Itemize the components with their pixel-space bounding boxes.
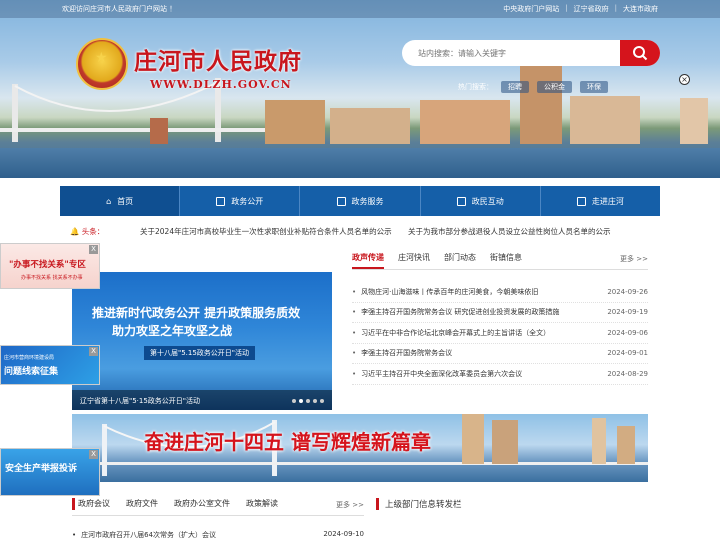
tab-dept[interactable]: 部门动态 [444, 252, 476, 269]
news-date: 2024-09-19 [607, 308, 648, 317]
slide-subtitle: 第十八届"5.15政务公开日"活动 [144, 346, 256, 360]
upper-dept-title: 上级部门信息转发栏 [376, 498, 462, 510]
section-marker [72, 498, 75, 510]
tab-office-docs[interactable]: 政府办公室文件 [168, 498, 230, 515]
link-central-gov[interactable]: 中央政府门户网站 [503, 4, 559, 14]
float-ad-no-connections[interactable]: X "办事不找关系"专区 办事不找关系 找关系不办事 [0, 243, 100, 289]
bottom-tabs: 政府会议 政府文件 政府办公室文件 政策解读 更多 >> [72, 498, 364, 516]
list-item[interactable]: 习近平主持召开中央全面深化改革委员会第六次会议 2024-08-29 [352, 364, 648, 385]
search-icon [633, 46, 648, 61]
headline-ticker: 🔔 头条： 关于2024年庄河市高校毕业生一次性求职创业补贴符合条件人员名单的公… [60, 222, 660, 240]
float-ad-title: 安全生产举报投诉 [5, 464, 78, 474]
image-slider[interactable]: 推进新时代政务公开 提升政策服务质效 助力攻坚之年攻坚之战 第十八届"5.15政… [72, 272, 332, 410]
news-date: 2024-09-26 [607, 287, 648, 296]
slider-dot[interactable] [292, 399, 296, 403]
headline-label: 🔔 头条： [70, 226, 105, 236]
link-liaoning-gov[interactable]: 辽宁省政府 [574, 4, 609, 14]
hot-tag-env[interactable]: 环保 [580, 81, 608, 93]
news-more-link[interactable]: 更多 >> [620, 254, 648, 264]
site-title: 庄河市人民政府 [134, 48, 302, 75]
float-ad-clue-collection[interactable]: X 庄河市营商环境建设局 问题线索征集 [0, 345, 100, 385]
float-ad-title: 问题线索征集 [4, 367, 59, 377]
nav-gov-service-label: 政务服务 [351, 196, 384, 206]
people-icon [456, 196, 466, 206]
nav-interaction[interactable]: 政民互动 [421, 186, 541, 216]
search-input[interactable] [402, 40, 620, 66]
nav-gov-affairs[interactable]: 政务公开 [180, 186, 301, 216]
close-icon[interactable]: × [679, 74, 690, 85]
bottom-more-link[interactable]: 更多 >> [336, 500, 364, 510]
document-icon [216, 196, 226, 206]
slider-dots [292, 399, 324, 403]
nav-gov-affairs-label: 政务公开 [231, 196, 264, 206]
slider-dot[interactable] [313, 399, 317, 403]
news-date: 2024-09-01 [607, 349, 648, 358]
hot-tag-recruit[interactable]: 招聘 [501, 81, 529, 93]
news-list: 风物庄河·山海滋味丨传承百年的庄河美食，今朝美味依旧 2024-09-26 李强主… [352, 282, 648, 385]
top-bar: 欢迎访问庄河市人民政府门户网站 ！ 中央政府门户网站 | 辽宁省政府 | 大连市… [0, 0, 720, 18]
home-icon: ⌂ [106, 196, 112, 206]
link-dalian-gov[interactable]: 大连市政府 [623, 4, 658, 14]
search-button[interactable] [620, 40, 660, 66]
float-ad-safety-report[interactable]: X 安全生产举报投诉 [0, 448, 100, 496]
close-icon[interactable]: X [89, 347, 98, 356]
tab-gov-meeting[interactable]: 政府会议 [72, 498, 110, 515]
nav-home[interactable]: ⌂ 首页 [60, 186, 181, 216]
slider-dot[interactable] [306, 399, 310, 403]
slide-headline-1: 推进新时代政务公开 提升政策服务质效 [92, 306, 301, 320]
list-item[interactable]: 风物庄河·山海滋味丨传承百年的庄河美食，今朝美味依旧 2024-09-26 [352, 282, 648, 303]
news-title: 李强主持召开国务院常务会议 研究促进创业投资发展的政策措施 [352, 307, 582, 317]
service-icon [336, 196, 346, 206]
headline-news: 关于2024年庄河市高校毕业生一次性求职创业补贴符合条件人员名单的公示 关于为我… [140, 226, 660, 237]
news-title: 习近平在中非合作论坛北京峰会开幕式上的主旨讲话（全文） [352, 328, 582, 338]
tab-express[interactable]: 庄河快讯 [398, 252, 430, 269]
tab-gov-docs[interactable]: 政府文件 [120, 498, 158, 515]
list-item[interactable]: 习近平在中非合作论坛北京峰会开幕式上的主旨讲话（全文） 2024-09-06 [352, 323, 648, 344]
hot-search-label: 热门搜索： [458, 83, 493, 91]
nav-about[interactable]: 走进庄河 [541, 186, 660, 216]
news-title: 李强主持召开国务院常务会议 [352, 348, 582, 358]
news-title: 风物庄河·山海滋味丨传承百年的庄河美食，今朝美味依旧 [352, 287, 582, 297]
river-water [0, 148, 720, 178]
nav-about-label: 走进庄河 [591, 196, 624, 206]
close-icon[interactable]: X [89, 245, 98, 254]
meeting-title: 庄河市政府召开八届64次常务（扩大）会议 [72, 530, 216, 540]
float-ad-subtitle: 办事不找关系 找关系不办事 [21, 275, 83, 281]
main-nav: ⌂ 首页 政务公开 政务服务 政民互动 走进庄河 [60, 186, 660, 216]
nav-gov-service[interactable]: 政务服务 [300, 186, 421, 216]
news-tabs: 政声传递 庄河快讯 部门动态 街镇信息 更多 >> [352, 252, 648, 270]
header-banner: 欢迎访问庄河市人民政府门户网站 ！ 中央政府门户网站 | 辽宁省政府 | 大连市… [0, 0, 720, 178]
news-date: 2024-08-29 [607, 369, 648, 378]
tab-policy[interactable]: 政声传递 [352, 252, 384, 269]
close-icon[interactable]: X [89, 450, 98, 459]
float-ad-subtitle: 庄河市营商环境建设局 [4, 355, 55, 361]
promo-text: 奋进庄河十四五 谱写辉煌新篇章 [144, 430, 431, 454]
headline-item[interactable]: 关于为我市部分参战退役人员设立公益性岗位人员名单的公示 [408, 227, 611, 236]
nav-interaction-label: 政民互动 [471, 196, 504, 206]
promo-banner[interactable]: 奋进庄河十四五 谱写辉煌新篇章 [72, 414, 648, 482]
nav-home-label: 首页 [117, 196, 134, 206]
building-icon [576, 196, 586, 206]
tab-town[interactable]: 街镇信息 [490, 252, 522, 269]
headline-item[interactable]: 关于2024年庄河市高校毕业生一次性求职创业补贴符合条件人员名单的公示 [140, 227, 392, 236]
national-emblem-icon: ★ [76, 38, 128, 90]
meeting-date: 2024-09-10 [323, 530, 364, 538]
hot-search: 热门搜索： 招聘 公积金 环保 [458, 81, 608, 93]
slider-dot[interactable] [299, 399, 303, 403]
tab-policy-interpret[interactable]: 政策解读 [240, 498, 278, 515]
news-title: 习近平主持召开中央全面深化改革委员会第六次会议 [352, 369, 582, 379]
list-item[interactable]: 庄河市政府召开八届64次常务（扩大）会议 2024-09-10 [72, 530, 364, 540]
float-ad-title: "办事不找关系"专区 [9, 260, 86, 270]
list-item[interactable]: 李强主持召开国务院常务会议 2024-09-01 [352, 344, 648, 364]
slide-headline-2: 助力攻坚之年攻坚之战 [112, 324, 233, 338]
search-box [402, 40, 660, 66]
site-url: WWW.DLZH.GOV.CN [150, 78, 292, 91]
hot-tag-fund[interactable]: 公积金 [537, 81, 572, 93]
top-links: 中央政府门户网站 | 辽宁省政府 | 大连市政府 [503, 4, 658, 14]
list-item[interactable]: 李强主持召开国务院常务会议 研究促进创业投资发展的政策措施 2024-09-19 [352, 303, 648, 323]
slider-dot[interactable] [320, 399, 324, 403]
news-date: 2024-09-06 [607, 328, 648, 337]
welcome-text: 欢迎访问庄河市人民政府门户网站 ！ [62, 5, 177, 13]
